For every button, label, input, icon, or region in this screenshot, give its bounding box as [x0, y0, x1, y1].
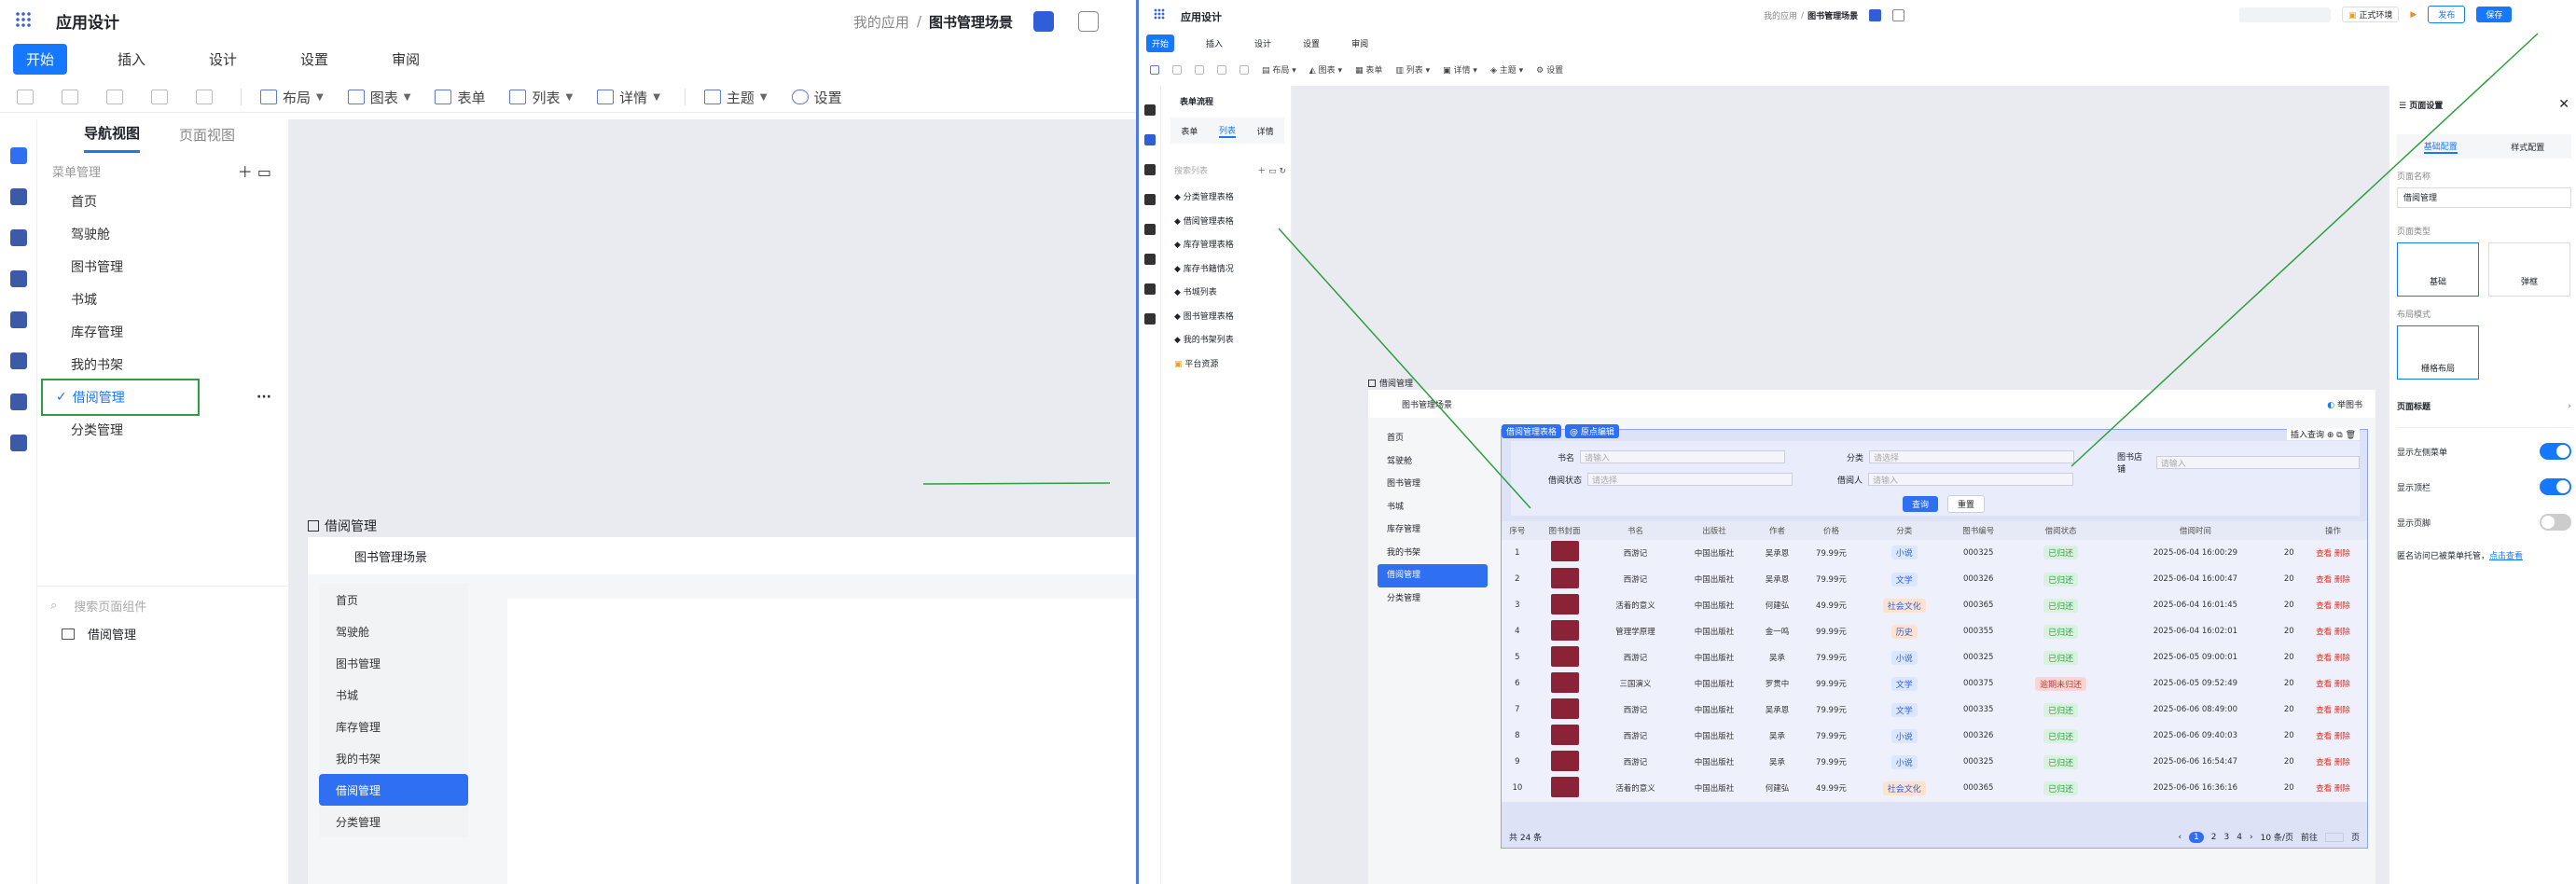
preview-menu-item[interactable]: 分类管理	[319, 806, 468, 837]
highlight-box	[41, 379, 200, 416]
page-icon[interactable]	[9, 188, 27, 205]
components-icon[interactable]	[9, 352, 27, 369]
list-button[interactable]: 列表 ▼	[509, 88, 573, 107]
menu-item-selected[interactable]: ✓ 借阅管理 ···	[37, 379, 288, 416]
menu-section-header: 菜单管理 ＋ ▭	[37, 157, 288, 185]
delete-icon[interactable]	[106, 90, 123, 104]
arrow-to-preview	[1278, 228, 1531, 509]
layout-icon	[260, 90, 277, 104]
tab-insert[interactable]: 插入	[104, 44, 159, 75]
apps-icon[interactable]	[9, 435, 27, 451]
main-tabs: 开始 插入 设计 设置 审阅	[0, 41, 1136, 76]
app-title: 应用设计	[56, 13, 119, 33]
menu-item[interactable]: 书城	[37, 283, 288, 315]
left-screen: 应用设计 我的应用 / 图书管理场景 开始 插入 设计 设置 审阅 布局 ▼ 图表…	[0, 0, 1136, 884]
preview-menu-item[interactable]: 书城	[319, 679, 468, 711]
table-icon[interactable]	[9, 270, 27, 287]
green-arrow	[923, 482, 1111, 485]
paste-icon[interactable]	[62, 90, 78, 104]
tab-page-view[interactable]: 页面视图	[179, 125, 235, 152]
green-arrows	[1278, 33, 2539, 509]
preview-content	[507, 599, 1136, 884]
menu-item[interactable]: 驾驶舱	[37, 217, 288, 250]
copy-icon[interactable]	[17, 90, 34, 104]
mobile-view-icon[interactable]	[1078, 11, 1099, 32]
tab-design[interactable]: 设计	[196, 44, 250, 75]
theme-button[interactable]: 主题 ▼	[703, 88, 768, 107]
layers-icon[interactable]	[9, 147, 27, 164]
right-screen: 应用设计 我的应用 / 图书管理场景 ▣ 正式环境 ▶ 发布 保存 开始 插入 …	[1136, 0, 2576, 884]
preview-menu-item[interactable]: 驾驶舱	[319, 615, 468, 647]
search-input[interactable]: ⌕ 搜索页面组件	[50, 597, 146, 615]
breadcrumb-parent[interactable]: 我的应用	[853, 12, 909, 32]
chart-button[interactable]: 图表 ▼	[347, 88, 410, 107]
menu-item[interactable]: 我的书架	[37, 348, 288, 380]
gear-icon	[791, 90, 809, 104]
view-tabs: 导航视图 页面视图	[37, 119, 288, 157]
breadcrumb: 我的应用 / 图书管理场景	[853, 11, 1099, 32]
page-icon	[62, 628, 75, 640]
form-icon	[435, 90, 452, 104]
page-component-item[interactable]: 借阅管理	[62, 625, 136, 642]
menu-item[interactable]: 分类管理	[37, 413, 288, 446]
layout-button[interactable]: 布局 ▼	[260, 88, 324, 107]
theme-icon	[703, 90, 721, 104]
desktop-view-icon[interactable]	[1033, 11, 1054, 32]
form-button[interactable]: 表单	[435, 88, 485, 107]
preview-menu-item[interactable]: 图书管理	[319, 647, 468, 679]
search-icon: ⌕	[50, 599, 58, 613]
package-icon[interactable]	[9, 394, 27, 410]
more-icon[interactable]: ···	[256, 390, 271, 405]
left-rail	[0, 119, 37, 884]
preview-scene-title: 图书管理场景	[308, 537, 1136, 574]
arrow-to-save	[2070, 33, 2539, 467]
toolbar: 布局 ▼ 图表 ▼ 表单 列表 ▼ 详情 ▼ 主题 ▼ 设置	[0, 82, 1136, 112]
chart-icon	[347, 90, 365, 104]
preview-menu-item[interactable]: 我的书架	[319, 742, 468, 774]
eraser-icon[interactable]	[151, 90, 168, 104]
chart-line-icon[interactable]	[9, 229, 27, 246]
cube-icon[interactable]	[9, 311, 27, 328]
preview-menu: 首页 驾驶舱 图书管理 书城 库存管理 我的书架 借阅管理 分类管理	[319, 584, 468, 837]
tab-settings[interactable]: 设置	[287, 44, 341, 75]
settings-button[interactable]: 设置	[791, 88, 842, 107]
page-icon	[308, 520, 319, 532]
preview-menu-item-selected[interactable]: 借阅管理	[319, 774, 468, 806]
detail-icon	[597, 90, 615, 104]
tab-nav-view[interactable]: 导航视图	[84, 123, 141, 153]
preview-frame: 图书管理场景 首页 驾驶舱 图书管理 书城 库存管理 我的书架 借阅管理 分类管…	[308, 537, 1136, 884]
menu-item[interactable]: 图书管理	[37, 250, 288, 283]
tab-review[interactable]: 审阅	[379, 44, 433, 75]
menu-item[interactable]: 首页	[37, 185, 288, 217]
tab-start[interactable]: 开始	[13, 43, 68, 75]
list-icon	[509, 90, 527, 104]
preview-menu-item[interactable]: 首页	[319, 584, 468, 615]
preview-menu-item[interactable]: 库存管理	[319, 711, 468, 742]
menu-item[interactable]: 库存管理	[37, 315, 288, 348]
nav-panel: 导航视图 页面视图 菜单管理 ＋ ▭ 首页 驾驶舱 图书管理 书城 库存管理 我…	[37, 119, 289, 884]
breadcrumb-current: 图书管理场景	[928, 13, 1013, 31]
add-icon[interactable]: ＋ ▭	[238, 159, 271, 182]
detail-button[interactable]: 详情 ▼	[597, 88, 660, 107]
preview-title: 借阅管理	[308, 517, 377, 535]
clear-icon[interactable]	[196, 90, 213, 104]
